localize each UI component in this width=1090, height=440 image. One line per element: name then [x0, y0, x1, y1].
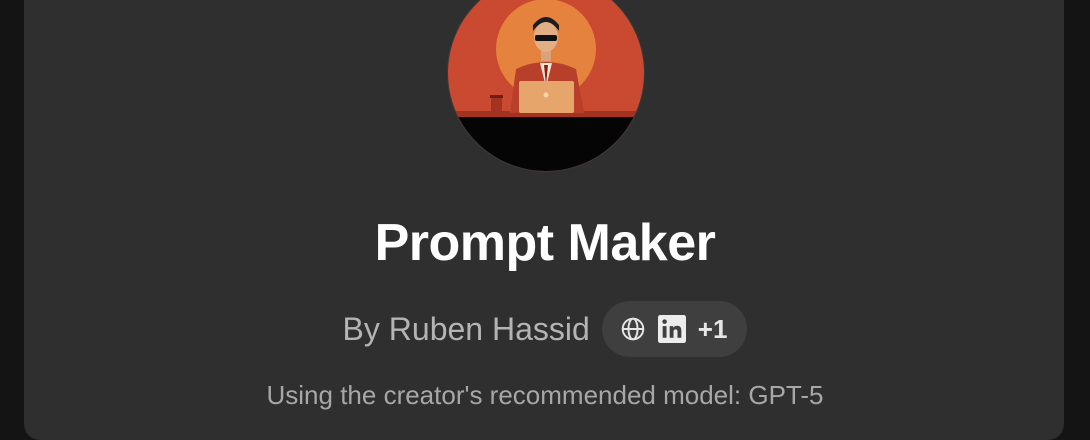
byline: By Ruben Hassid +1: [0, 300, 1090, 358]
creator-links-button[interactable]: +1: [601, 301, 748, 357]
linkedin-icon: [657, 315, 686, 343]
globe-icon: [620, 316, 646, 342]
recommended-model-note: Using the creator's recommended model: G…: [266, 380, 824, 410]
extra-links-count: +1: [697, 313, 728, 344]
author-name: By Ruben Hassid: [342, 311, 590, 347]
gpt-title: Prompt Maker: [374, 214, 716, 272]
